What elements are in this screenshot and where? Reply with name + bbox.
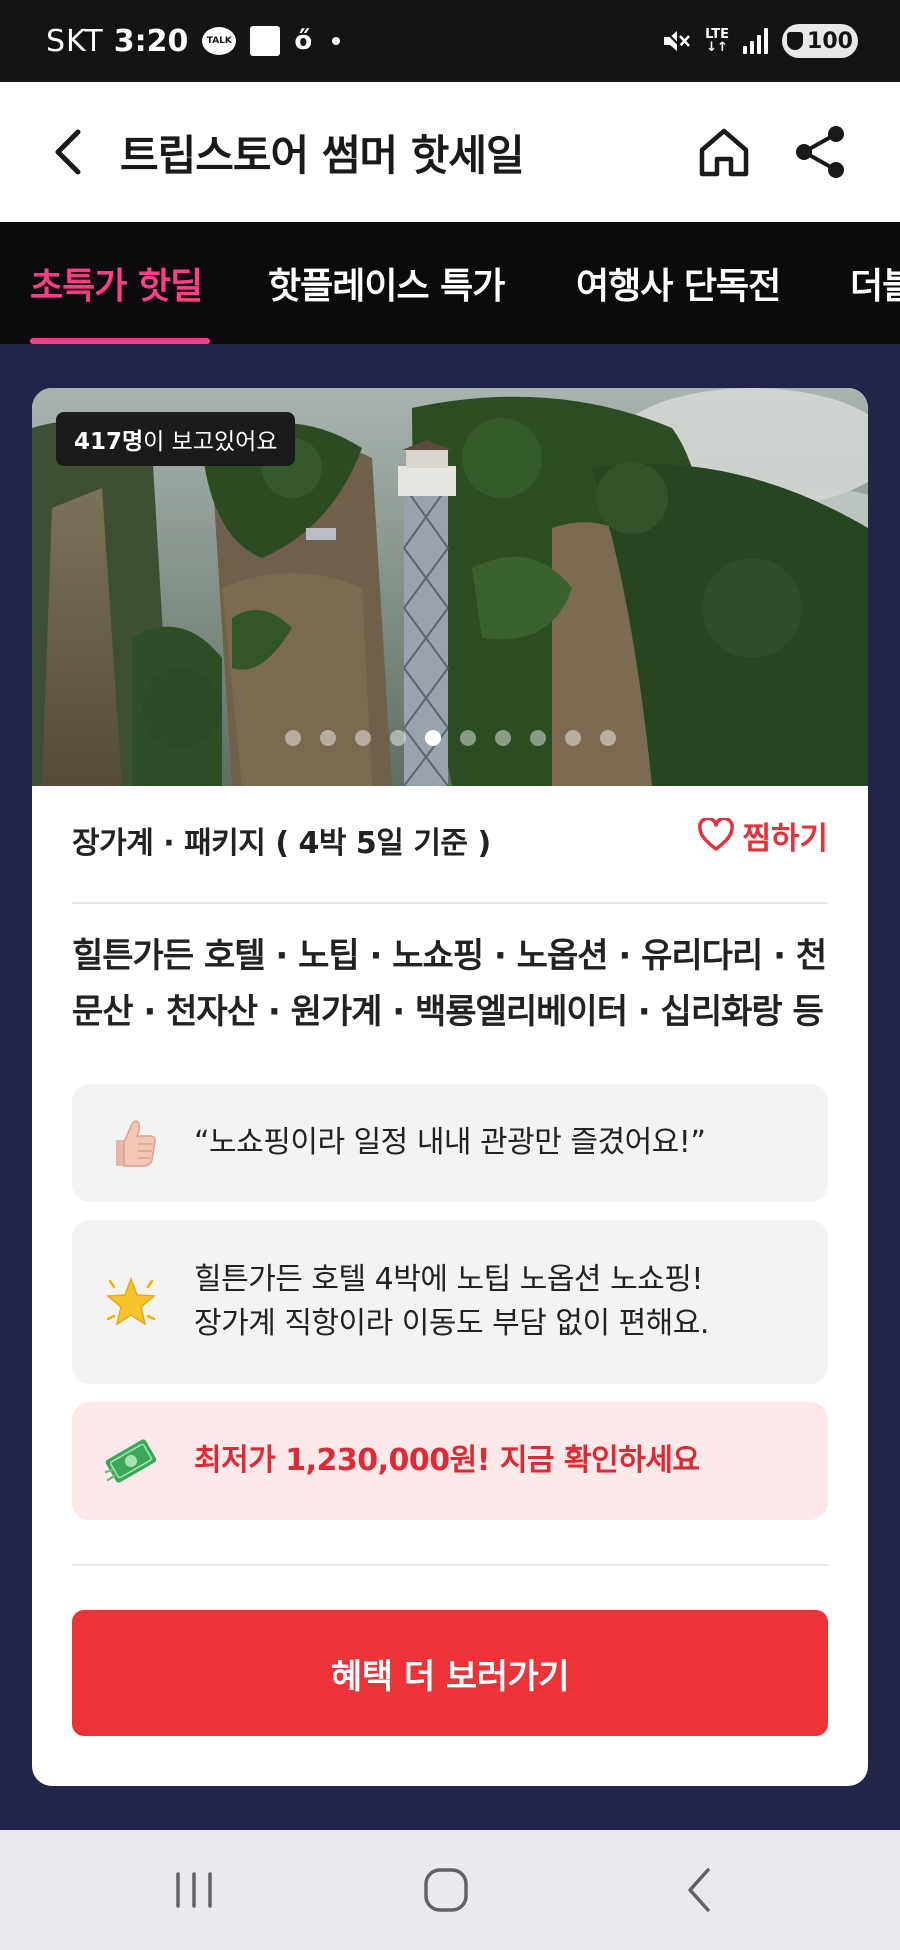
status-bar: SKT 3:20 TALK ő LTE ↓↑ 100	[0, 0, 900, 82]
home-icon[interactable]	[696, 124, 752, 180]
thumbs-up-icon	[116, 1120, 156, 1167]
active-tab-indicator	[30, 338, 210, 344]
tab-agency-exclusive[interactable]: 여행사 단독전	[576, 222, 781, 344]
destination-label: 장가계 · 패키지 ( 4박 5일 기준 )	[72, 826, 491, 861]
carousel-dot	[284, 730, 301, 746]
divider	[72, 1564, 828, 1566]
carousel-dot	[389, 730, 406, 746]
feature-box: 힐튼가든 호텔 4박에 노팁 노옵션 노쇼핑! 장가계 직항이라 이동도 부담 …	[72, 1220, 828, 1384]
viewer-count: 417명	[74, 429, 144, 455]
tab-hot-place[interactable]: 핫플레이스 특가	[268, 222, 505, 344]
recent-apps-icon[interactable]	[164, 1860, 224, 1920]
feature-line-1: 힐튼가든 호텔 4박에 노팁 노옵션 노쇼핑!	[194, 1262, 703, 1297]
share-icon[interactable]	[792, 124, 848, 180]
clock: 3:20	[113, 23, 189, 59]
back-arrow-icon[interactable]	[40, 122, 100, 182]
notification-app-icon	[250, 26, 281, 56]
feature-line-2: 장가계 직항이라 이동도 부담 없이 편해요.	[194, 1306, 709, 1341]
notification-glyph-icon: ő	[294, 26, 313, 56]
carrier-label: SKT	[46, 23, 104, 59]
signal-icon	[743, 28, 768, 54]
carousel-dot	[494, 730, 511, 746]
category-tab-bar: 초특가 핫딜 핫플레이스 특가 여행사 단독전 더블	[0, 222, 900, 344]
price-box: 최저가 1,230,000원! 지금 확인하세요	[72, 1402, 828, 1520]
product-card[interactable]: 417명 이 보고있어요 장가계 · 패키지 ( 4박 5일 기준 ) 찜하기 힐…	[32, 388, 868, 1786]
package-highlights: 힐튼가든 호텔 · 노팁 · 노쇼핑 · 노옵션 · 유리다리 · 천문산 · …	[72, 936, 827, 1032]
sparkle-star-icon	[106, 1276, 156, 1326]
product-photo-carousel[interactable]: 417명 이 보고있어요	[32, 388, 868, 786]
carousel-dot	[319, 730, 336, 746]
viewer-count-badge: 417명 이 보고있어요	[56, 412, 296, 466]
kakaotalk-icon-label: TALK	[206, 36, 232, 46]
kakaotalk-icon: TALK	[202, 27, 237, 55]
system-nav-bar	[0, 1830, 900, 1950]
page-title: 트립스토어 썸머 핫세일	[120, 130, 525, 180]
wishlist-label: 찜하기	[742, 820, 828, 857]
carousel-dot	[459, 730, 476, 746]
battery-shield-icon	[787, 32, 804, 50]
app-header: 트립스토어 썸머 핫세일	[0, 82, 900, 222]
home-nav-icon[interactable]	[416, 1860, 476, 1920]
tab-hot-deal[interactable]: 초특가 핫딜	[30, 222, 203, 344]
mute-icon	[662, 28, 691, 54]
carousel-dot	[599, 730, 616, 746]
heart-icon	[698, 818, 735, 851]
battery-indicator: 100	[782, 24, 858, 58]
carousel-dot	[564, 730, 581, 746]
lte-icon: LTE ↓↑	[705, 28, 729, 54]
battery-level: 100	[807, 28, 853, 54]
back-nav-icon[interactable]	[670, 1860, 730, 1920]
data-arrows-icon: ↓↑	[706, 40, 728, 55]
wishlist-button[interactable]: 찜하기	[698, 810, 828, 860]
carousel-dot	[354, 730, 371, 746]
review-quote: “노쇼핑이라 일정 내내 관광만 즐겼어요!”	[194, 1125, 706, 1160]
more-notifications-icon	[332, 37, 341, 45]
viewer-count-suffix: 이 보고있어요	[143, 429, 278, 455]
carousel-indicator	[32, 730, 868, 746]
carousel-dot	[529, 730, 546, 746]
divider	[72, 902, 828, 904]
review-box: “노쇼핑이라 일정 내내 관광만 즐겼어요!”	[72, 1084, 828, 1202]
carousel-dot	[424, 730, 441, 746]
money-icon	[104, 1439, 157, 1483]
tab-double[interactable]: 더블	[850, 222, 900, 344]
feature-text: 힐튼가든 호텔 4박에 노팁 노옵션 노쇼핑! 장가계 직항이라 이동도 부담 …	[194, 1258, 709, 1346]
see-more-benefits-button[interactable]: 혜택 더 보러가기	[72, 1610, 828, 1736]
lowest-price-text: 최저가 1,230,000원! 지금 확인하세요	[194, 1443, 700, 1478]
